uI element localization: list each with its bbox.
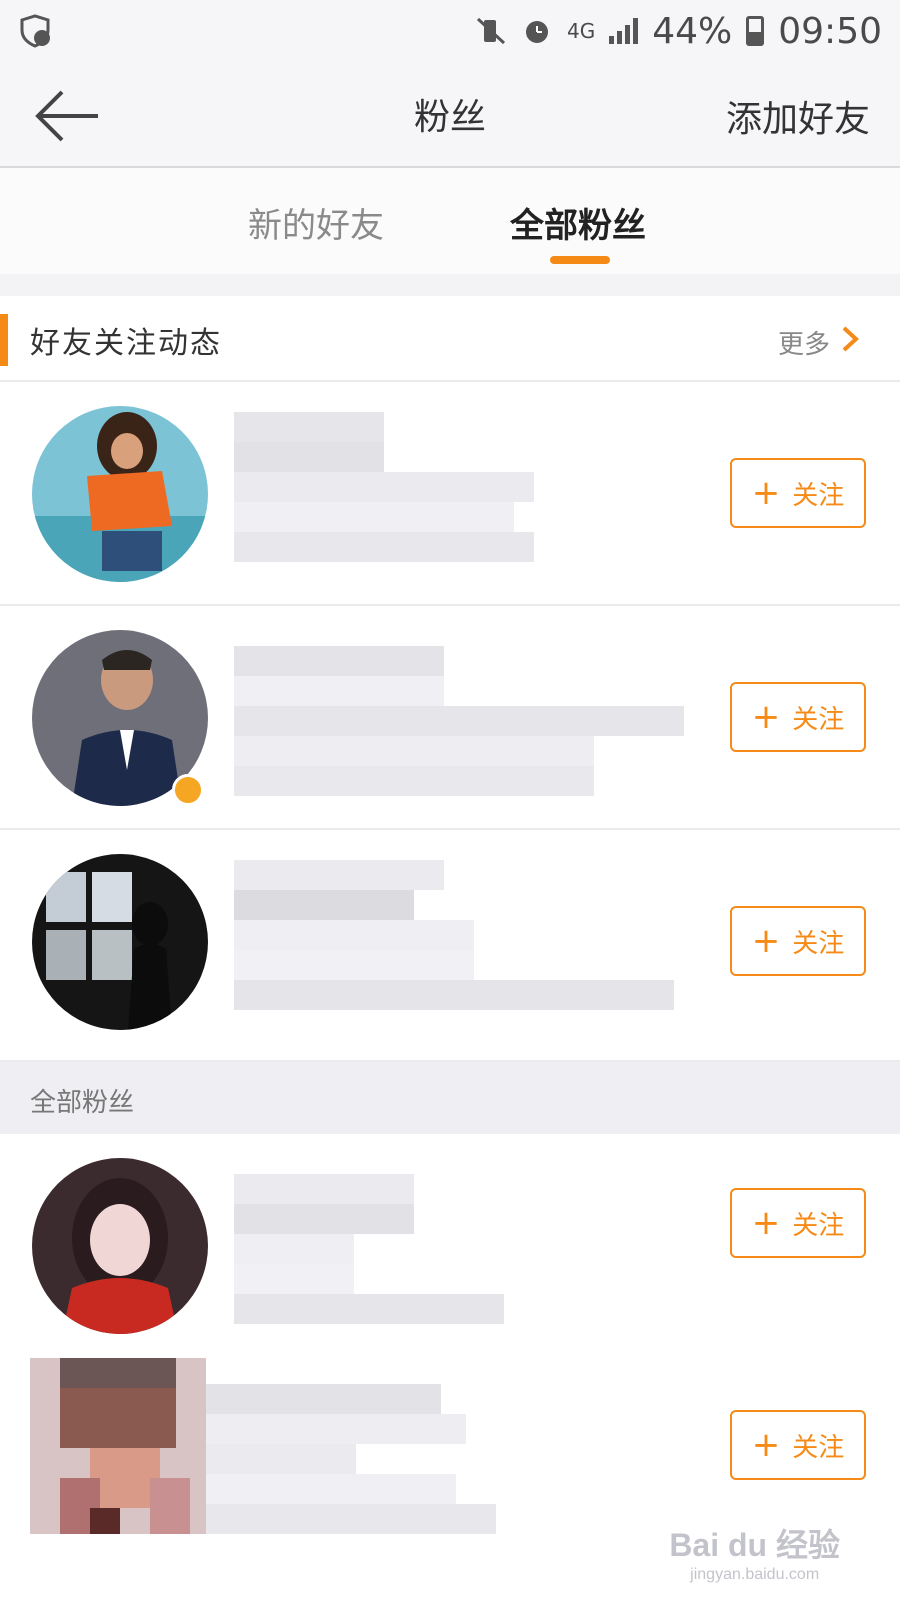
watermark-brand: Bai du 经验 [669,1527,840,1563]
more-link[interactable]: 更多 [778,324,830,361]
vibrate-mute-icon [476,17,506,45]
follow-label: 关注 [792,704,845,735]
shield-notification-icon [20,14,50,48]
alarm-icon [526,21,548,43]
tab-new-friends[interactable]: 新的好友 [248,198,384,247]
chevron-right-icon[interactable] [838,324,862,354]
status-bar: 4G 44% 09:50 [0,0,900,62]
signal-icon [609,18,639,44]
follow-button[interactable]: + 关注 [730,682,866,752]
status-right: 4G 44% 09:50 [475,11,882,52]
plus-icon: + [751,697,781,737]
blurred-user-info [234,412,704,576]
plus-icon: + [751,473,781,513]
follow-button[interactable]: + 关注 [730,906,866,976]
fan-row[interactable]: + 关注 [0,830,900,1062]
battery-icon [746,16,765,46]
friends-activity-title: 好友关注动态 [30,326,222,361]
watermark-url: jingyan.baidu.com [690,1566,820,1583]
active-tab-indicator [550,256,610,264]
fan-row[interactable]: + 关注 [0,606,900,830]
all-fans-title: 全部粉丝 [30,1088,135,1118]
network-type: 4G [567,19,596,43]
section-accent-bar [0,314,8,366]
avatar[interactable] [32,854,208,1030]
status-left [18,14,52,48]
blurred-user-info [234,636,704,800]
follow-label: 关注 [792,1210,845,1241]
fan-row[interactable]: + 关注 [0,382,900,606]
follow-button[interactable]: + 关注 [730,458,866,528]
add-friend-button[interactable]: 添加好友 [726,90,870,142]
tab-bar: 新的好友 全部粉丝 [0,168,900,274]
blurred-user-info [206,1384,676,1548]
follow-label: 关注 [792,928,845,959]
plus-icon: + [751,1425,781,1465]
avatar[interactable] [32,1158,208,1334]
friends-activity-header: 好友关注动态 更多 [0,296,900,382]
avatar[interactable] [30,1358,206,1534]
follow-button[interactable]: + 关注 [730,1188,866,1258]
follow-button[interactable]: + 关注 [730,1410,866,1480]
blurred-user-info [234,860,704,1024]
watermark: Bai du 经验 jingyan.baidu.com [669,1520,840,1584]
plus-icon: + [751,921,781,961]
clock: 09:50 [778,10,882,52]
tab-all-fans[interactable]: 全部粉丝 [510,198,646,247]
blurred-user-info [234,1164,704,1328]
plus-icon: + [751,1203,781,1243]
all-fans-header: 全部粉丝 [0,1062,900,1134]
battery-percent: 44% [652,10,733,52]
follow-label: 关注 [792,1432,845,1463]
header: 粉丝 添加好友 [0,62,900,168]
follow-label: 关注 [792,480,845,511]
fan-row[interactable]: + 关注 [0,1134,900,1358]
avatar[interactable] [32,406,208,582]
verified-badge-icon [172,774,204,806]
